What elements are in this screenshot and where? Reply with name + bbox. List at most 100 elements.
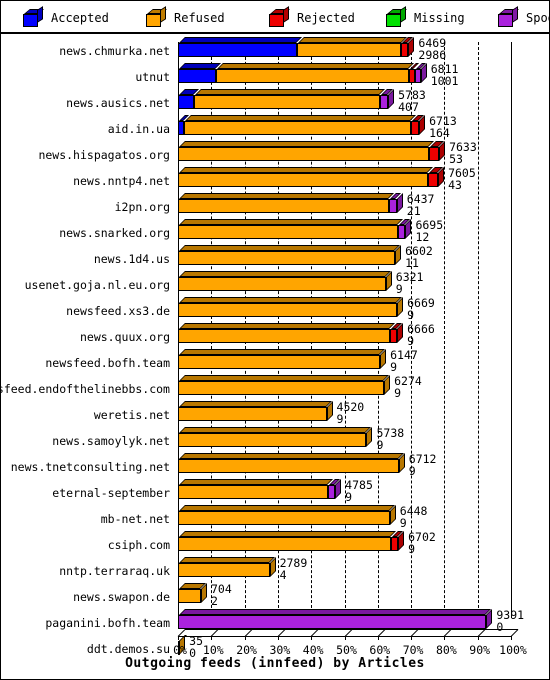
y-axis-label: mb-net.net [100, 512, 170, 526]
x-axis-title: Outgoing feeds (innfeed) by Articles [125, 656, 425, 671]
bar-accepted-label: 9 [345, 490, 353, 504]
bar-value-labels: 4785 9 [345, 479, 373, 503]
bar-accepted-label: 9 [390, 360, 398, 374]
bar-segment-rejected[interactable] [428, 141, 445, 161]
bar-accepted-label: 2 [210, 594, 218, 608]
bar-segment-refused[interactable] [178, 557, 275, 577]
bar-segment-refused[interactable] [216, 63, 415, 83]
bar-accepted-label: 43 [448, 178, 462, 192]
bar-top-face [179, 271, 391, 277]
y-axis-label: news.swapon.de [73, 590, 170, 604]
y-axis-label: newsfeed.bofh.team [45, 356, 170, 370]
bar-value-labels: 5783 407 [398, 89, 426, 113]
bar-top-face [179, 531, 396, 537]
y-axis-label: csiph.com [107, 538, 170, 552]
bar-top-face [179, 479, 333, 485]
bar-value-labels: 6669 9 [407, 297, 435, 321]
chart-frame: Accepted Refused Rejected Missing Spooled ne… [0, 0, 550, 680]
bar-value-labels: 5738 9 [376, 427, 404, 451]
bar-segment-refused[interactable] [178, 375, 390, 395]
legend-label: Rejected [297, 11, 355, 25]
gridline-90 [477, 42, 479, 618]
bar-segment-spooled[interactable] [380, 89, 394, 109]
bar-segment-refused[interactable] [178, 427, 372, 447]
bar-segment-refused[interactable] [178, 505, 395, 525]
bar-top-face [179, 245, 401, 251]
bar-segment-rejected[interactable] [389, 323, 403, 343]
bar-segment-refused[interactable] [178, 271, 391, 291]
bar-segment-rejected[interactable] [411, 115, 425, 135]
bar-segment-refused[interactable] [178, 245, 401, 265]
bar-value-labels: 704 2 [211, 583, 232, 607]
bar-segment-rejected[interactable] [427, 167, 444, 187]
bar-segment-accepted[interactable] [178, 89, 199, 109]
y-axis-label: nntp.terraraq.uk [59, 564, 170, 578]
bar-segment-refused[interactable] [296, 37, 407, 57]
bar-segment-refused[interactable] [178, 401, 332, 421]
y-axis-label: news.quux.org [79, 330, 170, 344]
bar-segment-spooled[interactable] [389, 193, 402, 213]
bar-segment-refused[interactable] [178, 219, 404, 239]
bar-segment-refused[interactable] [178, 583, 206, 603]
bar-accepted-label: 9 [394, 386, 402, 400]
bar-value-labels: 4520 9 [337, 401, 365, 425]
bar-top-face [179, 349, 386, 355]
bar-top-face [179, 297, 403, 303]
legend-item-missing: Missing [386, 5, 465, 28]
bar-value-labels: 6702 9 [408, 531, 436, 555]
bar-value-labels: 6713 164 [429, 115, 457, 139]
bar-top-face [179, 557, 275, 563]
x-axis-depth-line [510, 629, 519, 637]
legend-label: Missing [414, 11, 465, 25]
bar-segment-refused[interactable] [193, 89, 386, 109]
bar-segment-accepted[interactable] [178, 37, 302, 57]
bar-top-face [179, 141, 434, 147]
y-axis-label: i2pn.org [114, 200, 170, 214]
y-axis-label: news.tnetconsulting.net [10, 460, 170, 474]
x-axis: 0% 10% 20% 30% 40% 50% 60% 70% 80% 90% 100% [1, 626, 549, 679]
bar-accepted-label: 9 [407, 308, 415, 322]
bar-segment-refused[interactable] [178, 297, 403, 317]
cube-icon [146, 5, 167, 27]
bar-segment-refused[interactable] [178, 531, 396, 551]
bar-top-face [179, 323, 395, 329]
bar-accepted-label: 9 [395, 282, 403, 296]
bar-accepted-label: 21 [406, 204, 421, 218]
bar-segment-spooled[interactable] [414, 63, 426, 83]
bar-accepted-label: 1001 [430, 74, 459, 88]
bar-value-labels: 6448 9 [400, 505, 428, 529]
bar-value-labels: 7605 43 [448, 167, 476, 191]
y-axis-label: news.ausics.net [66, 96, 170, 110]
bar-accepted-label: 164 [429, 126, 450, 140]
cube-icon [386, 5, 407, 27]
y-axis-label: eternal-september [52, 486, 170, 500]
bar-segment-refused[interactable] [178, 349, 386, 369]
bar-segment-accepted[interactable] [178, 63, 222, 83]
bar-top-face [179, 219, 404, 225]
bar-top-face [179, 453, 404, 459]
bar-segment-refused[interactable] [184, 115, 417, 135]
gridline-100 [511, 42, 512, 618]
bar-segment-refused[interactable] [178, 141, 434, 161]
plot-area: news.chmurka.net utnut news.ausics.net aid.… [0, 34, 549, 679]
bar-top-face [179, 609, 492, 615]
bar-top-face [217, 63, 415, 69]
y-axis-label: news.chmurka.net [59, 44, 170, 58]
bar-value-labels: 6712 9 [409, 453, 437, 477]
legend-item-refused: Refused [146, 5, 225, 28]
bar-segment-refused[interactable] [178, 323, 395, 343]
bar-value-labels: 6321 9 [396, 271, 424, 295]
bar-top-face [179, 401, 332, 407]
bar-value-labels: 6811 1001 [431, 63, 459, 87]
bar-top-face [179, 375, 390, 381]
bar-segment-refused[interactable] [178, 167, 433, 187]
bar-segment-refused[interactable] [178, 193, 395, 213]
bar-top-face [185, 115, 417, 121]
bar-segment-rejected[interactable] [390, 531, 404, 551]
bar-segment-refused[interactable] [178, 479, 333, 499]
bar-accepted-label: 9 [408, 542, 416, 556]
bar-accepted-label: 53 [449, 152, 463, 166]
bar-top-face [179, 427, 372, 433]
bar-segment-refused[interactable] [178, 453, 404, 473]
bar-top-face [297, 37, 407, 43]
